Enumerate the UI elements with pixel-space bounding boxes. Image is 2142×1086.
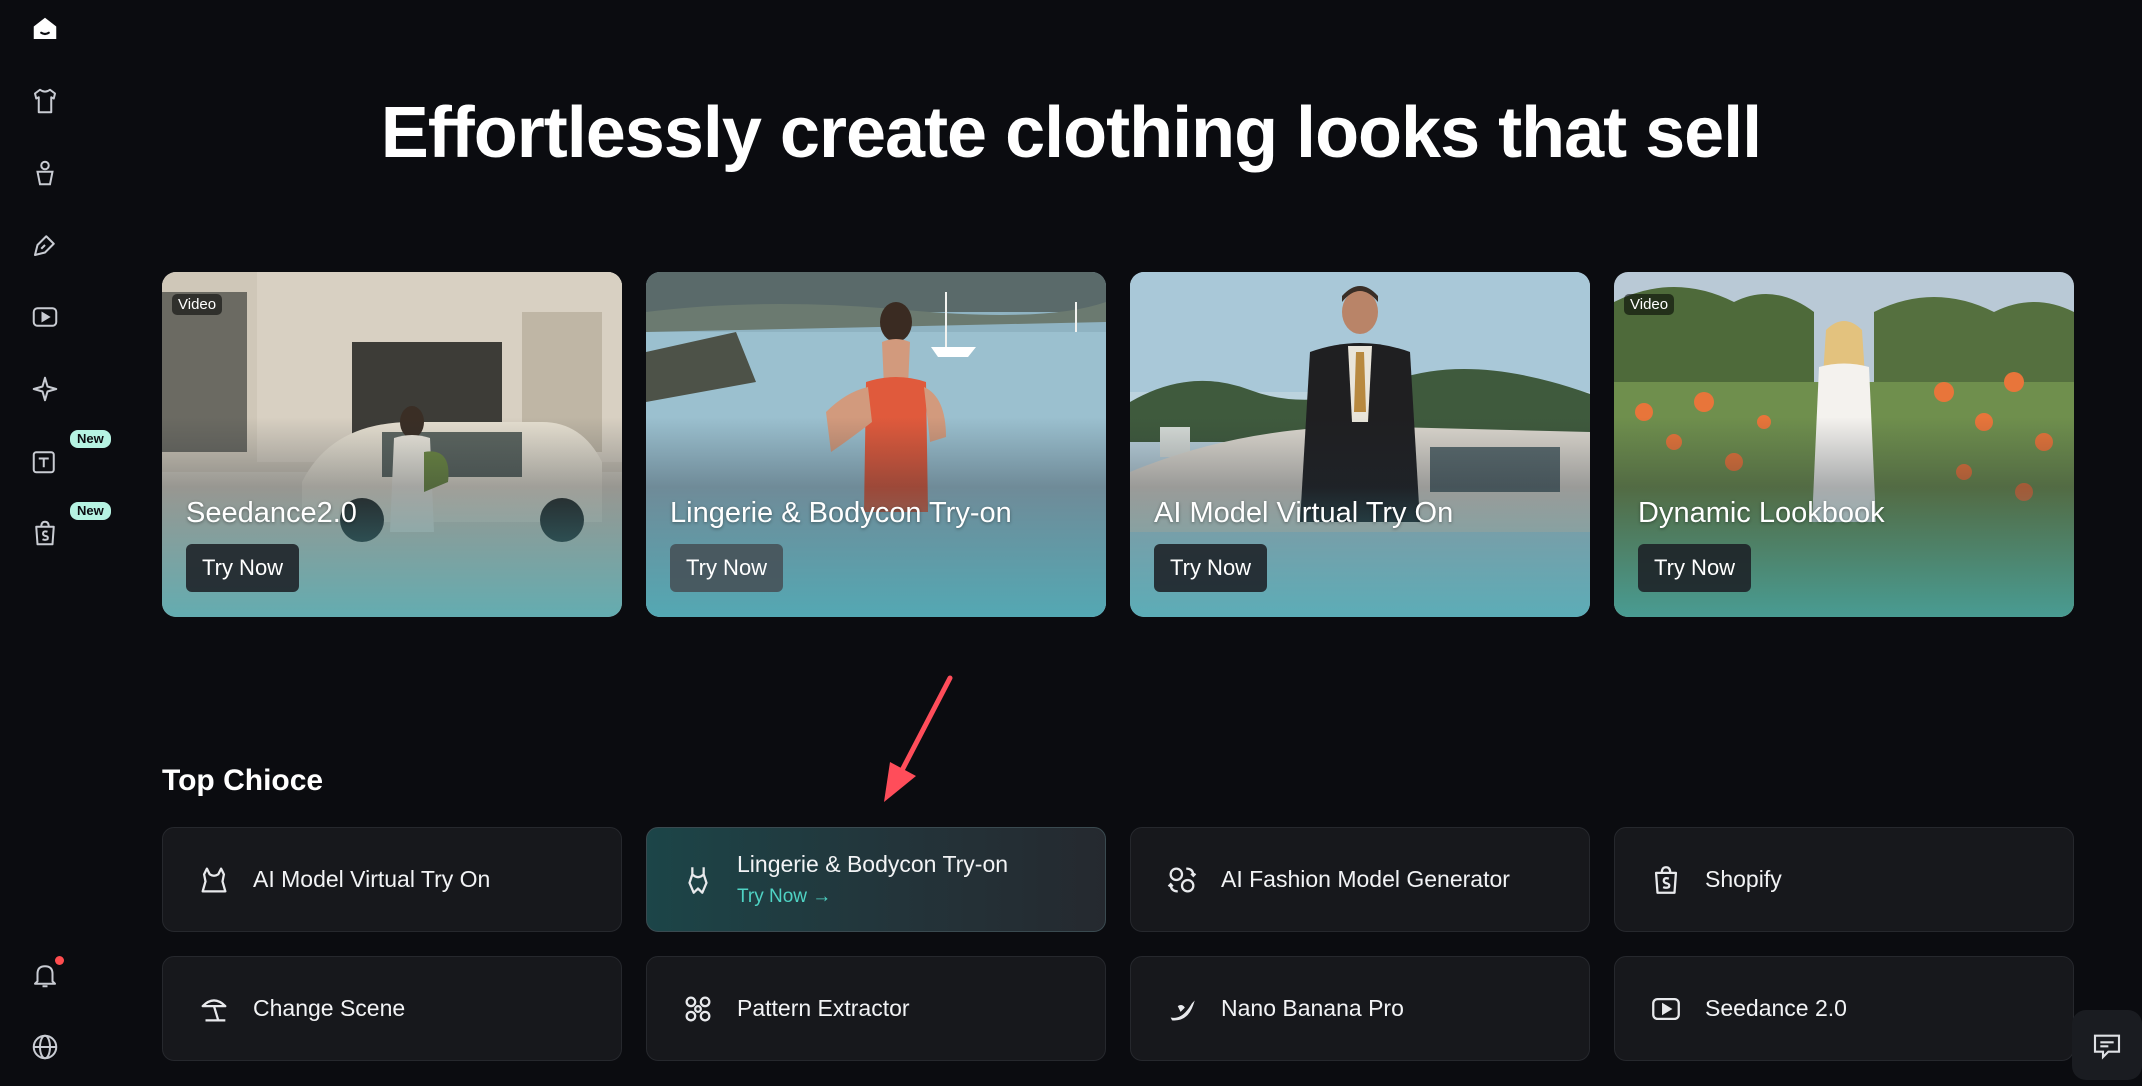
scene-icon — [197, 992, 231, 1026]
bodysuit-icon — [681, 863, 715, 897]
video-icon[interactable] — [28, 300, 62, 334]
tile-label: AI Fashion Model Generator — [1221, 866, 1510, 892]
try-now-button[interactable]: Try Now — [1154, 544, 1268, 592]
shopify-bag-icon[interactable]: New — [28, 502, 111, 550]
try-now-button[interactable]: Try Now — [186, 544, 300, 592]
home-icon[interactable] — [28, 12, 62, 46]
feature-card-lookbook[interactable]: Video Dynamic Lookbook Try Now — [1614, 272, 2074, 617]
try-now-link[interactable]: Try Now → — [737, 886, 1008, 908]
tile-label: Seedance 2.0 — [1705, 995, 1847, 1021]
sparkle-icon[interactable] — [28, 372, 62, 406]
play-icon — [1649, 992, 1683, 1026]
annotation-arrow-icon — [884, 675, 953, 802]
tile-shopify[interactable]: Shopify — [1614, 827, 2074, 932]
feature-card-seedance[interactable]: Video Seedance2.0 Try Now — [162, 272, 622, 617]
banana-icon — [1165, 992, 1199, 1026]
card-title: Seedance2.0 — [186, 497, 357, 529]
notification-dot — [55, 956, 64, 965]
pattern-icon — [681, 992, 715, 1026]
try-now-button[interactable]: Try Now — [1638, 544, 1752, 592]
tile-label: Change Scene — [253, 995, 406, 1021]
page-headline: Effortlessly create clothing looks that … — [380, 93, 1762, 173]
tile-ai-fashion-model-generator[interactable]: AI Fashion Model Generator — [1130, 827, 1590, 932]
video-tag: Video — [1624, 294, 1675, 315]
tile-lingerie-bodycon[interactable]: Lingerie & Bodycon Try-on Try Now → — [646, 827, 1106, 932]
tile-label: Shopify — [1705, 866, 1782, 892]
tile-ai-model-virtual-try-on[interactable]: AI Model Virtual Try On — [162, 827, 622, 932]
chat-feedback-button[interactable] — [2072, 1010, 2142, 1080]
tile-change-scene[interactable]: Change Scene — [162, 956, 622, 1061]
shopify-icon — [1649, 863, 1683, 897]
tile-nano-banana-pro[interactable]: Nano Banana Pro — [1130, 956, 1590, 1061]
tile-label: Lingerie & Bodycon Try-on — [737, 851, 1009, 877]
tile-label: Pattern Extractor — [737, 995, 910, 1021]
card-title: Dynamic Lookbook — [1638, 497, 1885, 529]
tile-label: AI Model Virtual Try On — [253, 866, 491, 892]
brush-icon[interactable] — [28, 228, 62, 262]
bell-icon[interactable] — [28, 956, 64, 992]
tryon-icon — [197, 863, 231, 897]
feature-card-ai-model[interactable]: AI Model Virtual Try On Try Now — [1130, 272, 1590, 617]
tile-text: Lingerie & Bodycon Try-on Try Now → — [737, 851, 1008, 908]
tile-label: Nano Banana Pro — [1221, 995, 1404, 1021]
card-title: Lingerie & Bodycon Try-on — [670, 497, 1012, 529]
video-tag: Video — [172, 294, 223, 315]
card-title: AI Model Virtual Try On — [1154, 497, 1454, 529]
new-badge: New — [70, 502, 111, 520]
tile-pattern-extractor[interactable]: Pattern Extractor — [646, 956, 1106, 1061]
face-swap-icon — [1165, 863, 1199, 897]
top-choice-title: Top Chioce — [162, 764, 324, 797]
text-add-icon[interactable]: New — [28, 430, 111, 478]
globe-icon[interactable] — [28, 1030, 62, 1064]
feature-card-lingerie[interactable]: Lingerie & Bodycon Try-on Try Now — [646, 272, 1106, 617]
new-badge: New — [70, 430, 111, 448]
tile-seedance-2[interactable]: Seedance 2.0 — [1614, 956, 2074, 1061]
try-now-button[interactable]: Try Now — [670, 544, 784, 592]
chat-icon — [2093, 1034, 2121, 1060]
